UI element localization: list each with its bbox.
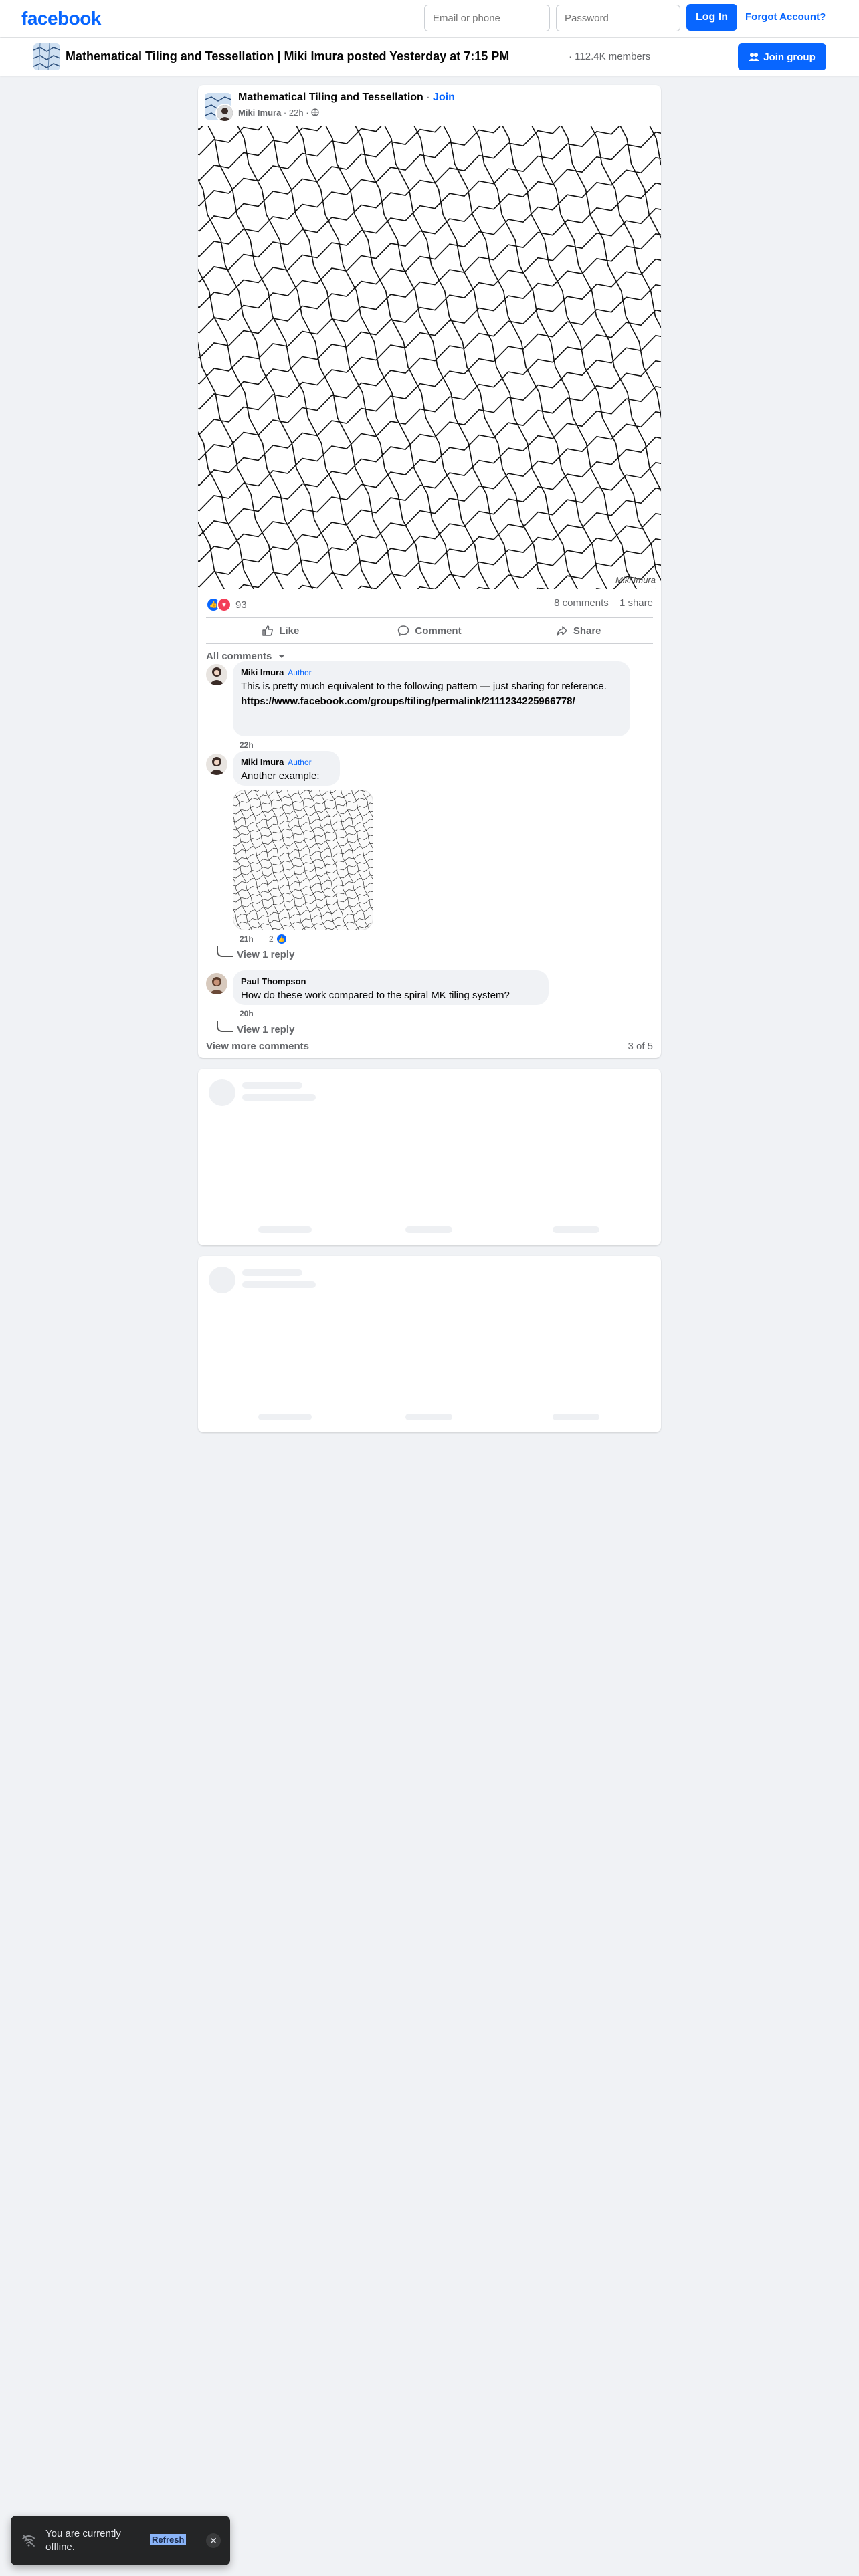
post-group-avatar[interactable]: [205, 93, 234, 122]
post-author[interactable]: Miki Imura: [238, 108, 281, 118]
comment-text: Another example:: [241, 770, 320, 782]
comment-reaction-count: 2: [269, 934, 274, 944]
like-label: Like: [279, 625, 300, 637]
post-card: Mathematical Tiling and Tessellation · J…: [198, 85, 661, 1058]
forgot-account-link[interactable]: Forgot Account?: [745, 11, 826, 23]
group-icon: [749, 53, 760, 61]
post-join-link[interactable]: Join: [433, 92, 455, 103]
comments-count-link[interactable]: 8 comments: [554, 597, 609, 609]
group-header: Mathematical Tiling and Tessellation | M…: [0, 38, 859, 76]
like-reaction-icon: 👍: [275, 933, 288, 945]
share-label: Share: [573, 625, 601, 637]
comment-filter-dropdown[interactable]: All comments: [206, 651, 286, 662]
comment-image[interactable]: [233, 790, 373, 930]
offline-toast: You are currently offline. Refresh ✕: [11, 2516, 230, 2565]
love-reaction-icon: ♥: [217, 597, 231, 612]
post-meta: Miki Imura · 22h ·: [238, 108, 319, 118]
post-action-bar: Like Comment Share: [206, 617, 653, 644]
login-button[interactable]: Log In: [686, 4, 737, 31]
refresh-button[interactable]: Refresh: [150, 2534, 187, 2545]
comment-time[interactable]: 22h: [240, 740, 254, 750]
comment-filter-label: All comments: [206, 651, 272, 662]
skeleton-line: [258, 1414, 312, 1420]
comment-time[interactable]: 20h: [240, 1009, 254, 1018]
commenter-avatar[interactable]: [206, 754, 227, 775]
member-count: · 112.4K members: [569, 51, 651, 62]
loading-post-placeholder: [198, 1256, 661, 1432]
commenter-avatar[interactable]: [206, 973, 227, 994]
reaction-summary[interactable]: 👍 ♥ 93: [206, 597, 247, 612]
image-watermark: Miki Imura: [615, 575, 656, 585]
skeleton-avatar: [209, 1267, 235, 1293]
skeleton-line: [242, 1269, 302, 1276]
comment-label: Comment: [415, 625, 462, 637]
chevron-down-icon: [278, 655, 285, 658]
author-avatar[interactable]: [215, 104, 234, 122]
comment-button[interactable]: Comment: [355, 618, 504, 643]
like-button[interactable]: Like: [206, 618, 355, 643]
wifi-off-icon: [22, 2535, 35, 2547]
skeleton-line: [405, 1414, 452, 1420]
comment-bubble: Paul Thompson How do these work compared…: [233, 970, 549, 1005]
author-badge: Author: [288, 758, 312, 767]
engagement-counts: 8 comments 1 share: [546, 597, 653, 609]
skeleton-line: [242, 1082, 302, 1089]
reply-connector: [217, 946, 233, 957]
comments-pager: 3 of 5: [628, 1041, 653, 1052]
skeleton-line: [242, 1094, 316, 1101]
comment-icon: [398, 625, 409, 637]
comment-author[interactable]: Miki Imura: [241, 667, 284, 677]
email-field[interactable]: [424, 5, 550, 31]
comment-time[interactable]: 21h: [240, 934, 254, 944]
shares-count-link[interactable]: 1 share: [619, 597, 653, 609]
reaction-count: 93: [235, 599, 247, 611]
comment-text: This is pretty much equivalent to the fo…: [241, 681, 607, 692]
share-icon: [557, 626, 567, 636]
group-name-link[interactable]: Mathematical Tiling and Tessellation: [238, 92, 423, 103]
facebook-logo[interactable]: facebook: [21, 8, 101, 29]
separator: ·: [426, 92, 430, 103]
skeleton-line: [242, 1281, 316, 1288]
comment-author[interactable]: Paul Thompson: [241, 976, 306, 986]
comment-link[interactable]: https://www.facebook.com/groups/tiling/p…: [241, 695, 622, 708]
password-field[interactable]: [556, 5, 680, 31]
skeleton-line: [258, 1226, 312, 1233]
reply-connector: [217, 1021, 233, 1032]
loading-post-placeholder: [198, 1069, 661, 1245]
comment-bubble: Miki Imura Author Another example:: [233, 751, 340, 786]
skeleton-line: [553, 1226, 599, 1233]
tessellation-thumbnail: [233, 790, 373, 930]
join-group-label: Join group: [763, 51, 816, 63]
share-button[interactable]: Share: [504, 618, 653, 643]
join-group-button[interactable]: Join group: [738, 43, 826, 70]
comment-author[interactable]: Miki Imura: [241, 757, 284, 767]
comment-reactions[interactable]: 2 👍: [269, 933, 288, 945]
separator: ·: [283, 108, 287, 118]
skeleton-line: [405, 1226, 452, 1233]
skeleton-avatar: [209, 1079, 235, 1106]
top-navbar: facebook Log In Forgot Account?: [0, 0, 859, 37]
comment-text: How do these work compared to the spiral…: [241, 990, 510, 1001]
globe-icon: [311, 108, 319, 116]
thumbs-up-icon: [262, 625, 274, 636]
post-image[interactable]: Miki Imura: [198, 126, 661, 589]
comment-bubble: Miki Imura Author This is pretty much equ…: [233, 661, 630, 736]
view-replies-link[interactable]: View 1 reply: [237, 949, 294, 960]
post-time[interactable]: 22h: [289, 108, 304, 118]
commenter-avatar[interactable]: [206, 664, 227, 685]
close-icon[interactable]: ✕: [206, 2533, 221, 2548]
view-replies-link[interactable]: View 1 reply: [237, 1024, 294, 1035]
author-badge: Author: [288, 668, 312, 677]
group-header-title: Mathematical Tiling and Tessellation | M…: [66, 49, 510, 63]
offline-message: You are currently offline.: [45, 2528, 121, 2553]
post-group-name[interactable]: Mathematical Tiling and Tessellation · J…: [238, 92, 455, 104]
skeleton-line: [553, 1414, 599, 1420]
tessellation-pattern: [198, 126, 661, 589]
separator: ·: [306, 108, 309, 118]
group-thumbnail[interactable]: [33, 43, 60, 70]
view-more-comments-link[interactable]: View more comments: [206, 1041, 309, 1052]
